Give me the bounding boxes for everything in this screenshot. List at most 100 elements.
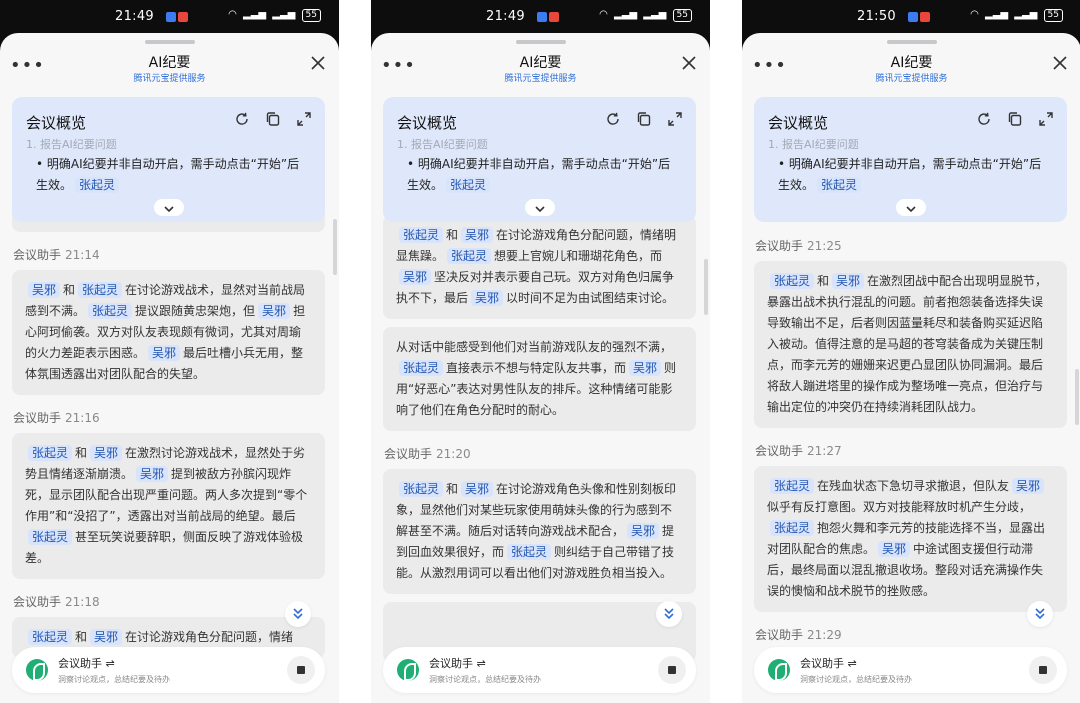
speaker-tag[interactable]: 张起灵 (770, 478, 815, 494)
sheet-drag-handle[interactable] (516, 40, 566, 44)
speaker-tag[interactable]: 吴邪 (90, 445, 123, 461)
speaker-tag[interactable]: 张起灵 (75, 177, 120, 193)
speaker-tag[interactable]: 吴邪 (461, 227, 494, 243)
swap-icon[interactable]: ⇌ (477, 657, 486, 670)
card-text: 在残血状态下急切寻求撤退，但队友 (817, 479, 1010, 493)
speaker-tag[interactable]: 吴邪 (629, 360, 662, 376)
speaker-tag[interactable]: 张起灵 (28, 529, 73, 545)
stop-icon[interactable] (1029, 656, 1057, 684)
scrollbar-thumb[interactable] (1075, 369, 1079, 425)
speaker-tag[interactable]: 张起灵 (770, 520, 815, 536)
close-icon[interactable] (1053, 55, 1067, 74)
transcript-feed[interactable]: 会议助手 21:25 张起灵和吴邪 在激烈团战中配合出现明显脱节，暴露出战术执行混乱的… (754, 223, 1067, 650)
speaker-header: 会议助手 21:25 (755, 237, 1067, 254)
battery-icon: 55 (301, 9, 321, 22)
assistant-bar[interactable]: 会议助手 ⇌ 洞察讨论观点，总结纪要及待办 (754, 647, 1067, 693)
transcript-summary-card[interactable]: 从对话中能感受到他们对当前游戏队友的强烈不满， 张起灵 直接表示不想与特定队友共事，… (383, 327, 696, 431)
swap-icon[interactable]: ⇌ (848, 657, 857, 670)
refresh-icon[interactable] (977, 112, 991, 126)
expand-icon[interactable] (668, 112, 682, 126)
speaker-tag[interactable]: 张起灵 (399, 360, 444, 376)
refresh-icon[interactable] (235, 112, 249, 126)
close-icon[interactable] (682, 55, 696, 74)
speaker-tag[interactable]: 张起灵 (28, 445, 73, 461)
speaker-tag[interactable]: 张起灵 (399, 227, 444, 243)
speaker-tag[interactable]: 吴邪 (148, 345, 181, 361)
speaker-tag[interactable]: 张起灵 (399, 481, 444, 497)
speaker-tag[interactable]: 张起灵 (88, 303, 133, 319)
assistant-bar[interactable]: 会议助手 ⇌ 洞察讨论观点，总结纪要及待办 (12, 647, 325, 693)
assistant-logo-icon (768, 659, 790, 681)
phone-screen-2: 21:49 ◠ ▂▃▅ ▂▃▅ 55 ••• AI纪要 腾讯元宝提供服务 张起灵… (371, 0, 710, 703)
battery-icon: 55 (1043, 9, 1063, 22)
speaker-tag[interactable]: 吴邪 (471, 290, 504, 306)
transcript-summary-card[interactable]: 吴邪和张起灵 在讨论游戏战术，显然对当前战局感到不满。 张起灵 提议跟随黄忠架炮，但吴… (12, 270, 325, 395)
sheet-title: AI纪要 (519, 55, 562, 71)
speaker-tag[interactable]: 吴邪 (399, 269, 432, 285)
card-text: 以时间不足为由试图结束讨论。 (506, 291, 675, 305)
expand-icon[interactable] (297, 112, 311, 126)
speaker-tag[interactable]: 吴邪 (1012, 478, 1045, 494)
speaker-timestamp: 21:16 (65, 411, 100, 425)
summary-expand-button[interactable] (896, 199, 926, 216)
speaker-tag[interactable]: 吴邪 (90, 629, 123, 645)
card-text: 在讨论游戏角色分配问题，情绪 (125, 630, 294, 644)
status-time: 21:49 (115, 9, 154, 24)
scroll-to-bottom-button[interactable] (285, 601, 311, 627)
copy-icon[interactable] (1008, 112, 1022, 126)
transcript-feed[interactable]: 张起灵和吴邪 在讨论游戏角色分配问题，情绪明显焦躁。 张起灵 想要上官婉儿和珊瑚花角色… (383, 215, 696, 670)
transcript-summary-card[interactable]: 张起灵和吴邪 在激烈团战中配合出现明显脱节，暴露出战术执行混乱的问题。前者抱怨装备… (754, 261, 1067, 428)
speaker-tag[interactable]: 吴邪 (461, 481, 494, 497)
scrollbar-thumb[interactable] (704, 259, 708, 315)
signal-icon: ▂▃▅ (614, 9, 638, 20)
close-icon[interactable] (311, 55, 325, 74)
speaker-tag[interactable]: 张起灵 (507, 544, 552, 560)
sheet-drag-handle[interactable] (887, 40, 937, 44)
speaker-tag[interactable]: 吴邪 (832, 273, 865, 289)
speaker-tag[interactable]: 吴邪 (627, 523, 660, 539)
double-chevron-down-icon (1035, 608, 1045, 620)
speaker-tag[interactable]: 张起灵 (817, 177, 862, 193)
wifi-icon: ◠ (970, 9, 979, 20)
stop-icon[interactable] (287, 656, 315, 684)
summary-bullet: • 明确AI纪要并非自动开启，需手动点击“开始”后生效。 张起灵 (36, 154, 311, 196)
transcript-summary-card[interactable]: 张起灵和吴邪 在讨论游戏角色分配问题，情绪明显焦躁。 张起灵 想要上官婉儿和珊瑚花角色… (383, 215, 696, 319)
card-text: 和 (817, 274, 830, 288)
speaker-tag[interactable]: 吴邪 (136, 466, 169, 482)
speaker-tag[interactable]: 吴邪 (28, 282, 61, 298)
scroll-to-bottom-button[interactable] (1027, 601, 1053, 627)
assistant-bar[interactable]: 会议助手 ⇌ 洞察讨论观点，总结纪要及待办 (383, 647, 696, 693)
transcript-summary-card[interactable]: 张起灵和吴邪 在激烈讨论游戏战术，显然处于劣势且情绪逐渐崩溃。 吴邪 提到被敌方孙膑闪… (12, 433, 325, 579)
speaker-tag[interactable]: 张起灵 (446, 177, 491, 193)
summary-expand-button[interactable] (525, 199, 555, 216)
summary-toolbar (965, 111, 1053, 130)
transcript-feed[interactable]: 在他们感到毫无希望。会议助手21:14吴邪和张起灵在讨论游戏战术，显然对当前战局… (12, 191, 325, 666)
transcript-summary-card[interactable]: 张起灵 在残血状态下急切寻求撤退，但队友 吴邪似乎有反打意图。双方对技能释放时机产生… (754, 466, 1067, 612)
sheet-subtitle: 腾讯元宝提供服务 (133, 74, 206, 84)
speaker-tag[interactable]: 张起灵 (78, 282, 123, 298)
summary-expand-button[interactable] (154, 199, 184, 216)
card-text: 想要上官婉儿和珊瑚花角色，而 (494, 249, 663, 263)
scroll-to-bottom-button[interactable] (656, 601, 682, 627)
copy-icon[interactable] (266, 112, 280, 126)
copy-icon[interactable] (637, 112, 651, 126)
sheet-drag-handle[interactable] (145, 40, 195, 44)
speaker-timestamp: 21:18 (65, 595, 100, 609)
speaker-tag[interactable]: 张起灵 (447, 248, 492, 264)
assistant-name-text: 会议助手 (429, 657, 473, 670)
expand-icon[interactable] (1039, 112, 1053, 126)
meeting-summary-panel: 会议概览 1. 报告AI纪要问题 • 明确AI纪要并非自动开启，需手动点击“开始… (754, 97, 1067, 222)
speaker-header: 会议助手 21:18 (13, 593, 325, 610)
stop-icon[interactable] (658, 656, 686, 684)
speaker-tag[interactable]: 吴邪 (878, 541, 911, 557)
transcript-summary-card[interactable]: 张起灵和吴邪 在讨论游戏角色头像和性别刻板印象，显然他们对某些玩家使用萌妹头像的行… (383, 469, 696, 594)
swap-icon[interactable]: ⇌ (106, 657, 115, 670)
speaker-tag[interactable]: 张起灵 (28, 629, 73, 645)
card-text: 直接表示不想与特定队友共事，而 (446, 361, 627, 375)
speaker-tag[interactable]: 吴邪 (258, 303, 291, 319)
refresh-icon[interactable] (606, 112, 620, 126)
speaker-timestamp: 21:20 (436, 447, 471, 461)
card-text: 和 (75, 630, 88, 644)
speaker-tag[interactable]: 张起灵 (770, 273, 815, 289)
scrollbar-thumb[interactable] (333, 219, 337, 275)
